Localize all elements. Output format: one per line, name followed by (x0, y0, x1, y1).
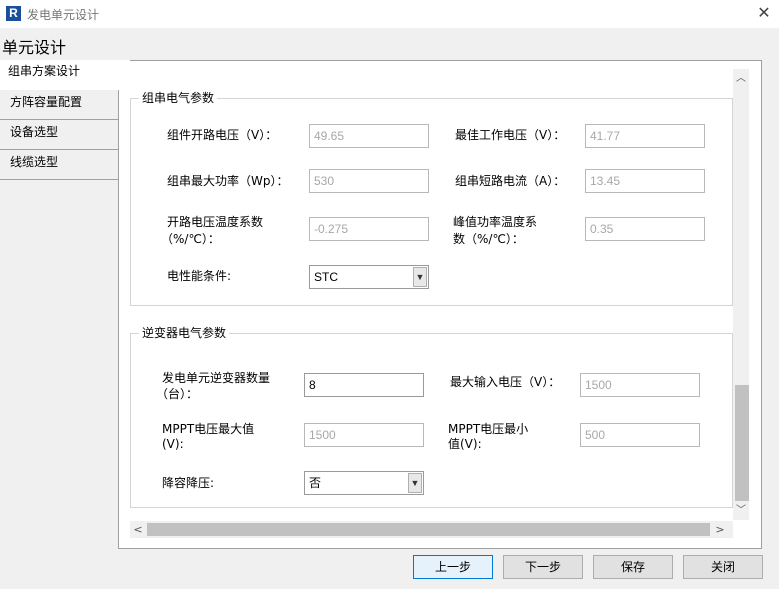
next-step-button[interactable]: 下一步 (503, 555, 583, 579)
derating-value: 否 (309, 476, 322, 490)
scroll-right-icon[interactable]: > (712, 521, 728, 538)
chevron-down-icon: ▼ (413, 267, 427, 287)
title-bar: R 发电单元设计 ✕ (0, 0, 779, 28)
close-button[interactable]: 关闭 (683, 555, 763, 579)
inverter-count-label-2: （台）： (156, 387, 199, 401)
condition-select[interactable]: STC ▼ (309, 265, 429, 289)
nav-item-equipment[interactable]: 设备选型 (0, 120, 119, 150)
app-logo-icon: R (6, 6, 21, 21)
open-voltage-label: 组件开路电压（V）： (167, 128, 278, 142)
scroll-up-icon[interactable]: ︿ (733, 71, 749, 87)
derating-select[interactable]: 否 ▼ (304, 471, 424, 495)
mppt-max-field[interactable]: 1500 (304, 423, 424, 447)
inverter-params-title: 逆变器电气参数 (139, 326, 230, 340)
voc-temp-coef-label-1: 开路电压温度系数 (167, 215, 264, 229)
string-params-title: 组串电气参数 (139, 91, 218, 105)
short-current-label: 组串短路电流（A）： (455, 174, 566, 188)
max-power-label: 组串最大功率（Wp）： (167, 174, 289, 188)
close-window-icon[interactable]: ✕ (755, 4, 773, 22)
best-voltage-field[interactable]: 41.77 (585, 124, 705, 148)
pmax-temp-coef-label-2: 数（%/℃）： (453, 232, 524, 246)
max-input-voltage-label: 最大输入电压（V）： (450, 375, 561, 389)
short-current-field[interactable]: 13.45 (585, 169, 705, 193)
scroll-down-icon[interactable]: ﹀ (733, 503, 749, 519)
vertical-scroll-thumb[interactable] (735, 385, 749, 501)
open-voltage-field[interactable]: 49.65 (309, 124, 429, 148)
inverter-count-input[interactable]: 8 (304, 373, 424, 397)
condition-label: 电性能条件: (167, 269, 232, 283)
page-title: 单元设计 (2, 38, 67, 57)
mppt-min-field[interactable]: 500 (580, 423, 700, 447)
max-input-voltage-field[interactable]: 1500 (580, 373, 700, 397)
mppt-min-label-1: MPPT电压最小 (448, 422, 529, 436)
mppt-max-label-1: MPPT电压最大值 (162, 422, 255, 436)
best-voltage-label: 最佳工作电压（V）： (455, 128, 566, 142)
horizontal-scroll-thumb[interactable] (147, 523, 710, 536)
pmax-temp-coef-field[interactable]: 0.35 (585, 217, 705, 241)
pmax-temp-coef-label-1: 峰值功率温度系 (453, 215, 538, 229)
voc-temp-coef-label-2: （%/℃）： (161, 232, 220, 246)
condition-value: STC (314, 270, 338, 284)
voc-temp-coef-field[interactable]: -0.275 (309, 217, 429, 241)
scroll-left-icon[interactable]: < (130, 521, 146, 538)
prev-step-button[interactable]: 上一步 (413, 555, 493, 579)
derating-label: 降容降压: (162, 476, 215, 490)
nav-item-string-design[interactable]: 组串方案设计 (0, 60, 130, 90)
save-button[interactable]: 保存 (593, 555, 673, 579)
mppt-max-label-2: (V): (162, 437, 184, 451)
vertical-scrollbar[interactable]: ︿ ﹀ (733, 69, 749, 520)
horizontal-scrollbar[interactable]: < > (130, 521, 733, 538)
mppt-min-label-2: 值(V): (448, 437, 482, 451)
nav-item-cable[interactable]: 线缆选型 (0, 150, 119, 180)
window-title: 发电单元设计 (27, 8, 100, 22)
nav-item-array-capacity[interactable]: 方阵容量配置 (0, 90, 119, 120)
max-power-field[interactable]: 530 (309, 169, 429, 193)
inverter-count-label-1: 发电单元逆变器数量 (162, 371, 271, 385)
chevron-down-icon: ▼ (408, 473, 422, 493)
